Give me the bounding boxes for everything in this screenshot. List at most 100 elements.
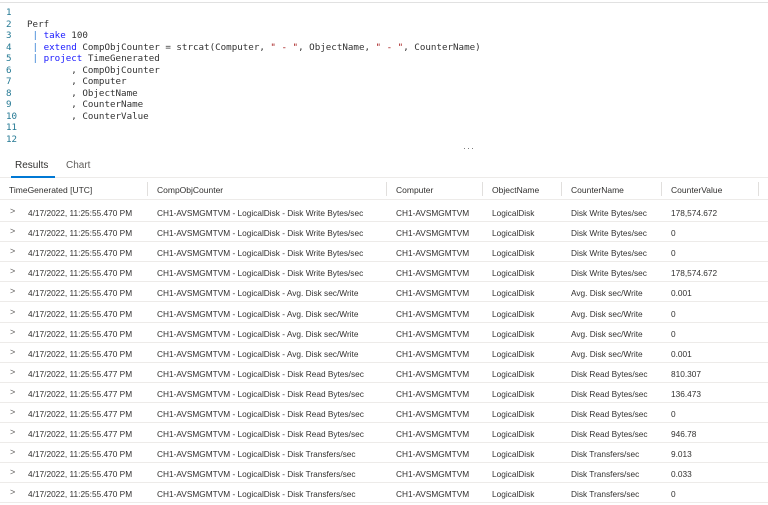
expand-row-chevron-icon[interactable]: > <box>10 327 15 337</box>
cell-computer: CH1-AVSMGMTVM <box>396 449 470 460</box>
expand-row-chevron-icon[interactable]: > <box>10 246 15 256</box>
cell-comp-obj-counter: CH1-AVSMGMTVM - LogicalDisk - Disk Read … <box>157 388 364 399</box>
table-row[interactable]: >4/17/2022, 11:25:55.470 PM CH1-AVSMGMTVM… <box>0 443 768 464</box>
expand-row-chevron-icon[interactable]: > <box>10 266 15 276</box>
table-row[interactable]: >4/17/2022, 11:25:55.470 PM CH1-AVSMGMTVM… <box>0 303 768 323</box>
cell-comp-obj-counter: CH1-AVSMGMTVM - LogicalDisk - Disk Trans… <box>157 489 356 500</box>
column-header-time-generated[interactable]: TimeGenerated [UTC] <box>9 185 92 195</box>
expand-row-chevron-icon[interactable]: > <box>10 407 15 417</box>
line-number: 10 <box>6 110 18 122</box>
line-number: 1 <box>6 7 12 18</box>
cell-comp-obj-counter: CH1-AVSMGMTVM - LogicalDisk - Disk Write… <box>157 208 364 218</box>
cell-object-name: LogicalDisk <box>492 288 535 299</box>
cell-counter-name: Disk Write Bytes/sec <box>571 228 647 239</box>
table-row[interactable]: >4/17/2022, 11:25:55.470 PM CH1-AVSMGMTVM… <box>0 483 768 504</box>
cell-computer: CH1-AVSMGMTVM <box>396 368 470 379</box>
code-token: " - " <box>270 41 299 53</box>
cell-object-name: LogicalDisk <box>492 228 535 239</box>
code-token: | <box>27 41 44 53</box>
cell-comp-obj-counter: CH1-AVSMGMTVM - LogicalDisk - Disk Read … <box>157 409 364 419</box>
code-text: | take 100 <box>27 30 88 42</box>
cell-counter-value: 0 <box>671 308 676 319</box>
cell-object-name: LogicalDisk <box>492 489 535 500</box>
table-row[interactable]: >4/17/2022, 11:25:55.470 PM CH1-AVSMGMTVM… <box>0 262 768 283</box>
cell-comp-obj-counter: CH1-AVSMGMTVM - LogicalDisk - Disk Write… <box>157 228 364 239</box>
cell-counter-value: 0 <box>671 489 676 500</box>
cell-comp-obj-counter: CH1-AVSMGMTVM - LogicalDisk - Disk Trans… <box>157 469 356 480</box>
expand-row-chevron-icon[interactable]: > <box>10 307 15 317</box>
table-row[interactable]: >4/17/2022, 11:25:55.470 PM CH1-AVSMGMTVM… <box>0 282 768 303</box>
expand-row-chevron-icon[interactable]: > <box>10 387 15 397</box>
code-token: , CounterValue <box>27 110 149 122</box>
column-resize-handle[interactable] <box>561 182 562 196</box>
expand-row-chevron-icon[interactable]: > <box>10 447 15 457</box>
cell-counter-value: 0.001 <box>671 288 692 299</box>
cell-comp-obj-counter: CH1-AVSMGMTVM - LogicalDisk - Avg. Disk … <box>157 308 359 319</box>
code-text: , CounterName <box>27 99 143 111</box>
column-header-counter-name[interactable]: CounterName <box>571 185 624 195</box>
cell-counter-value: 9.013 <box>671 449 692 460</box>
cell-counter-name: Disk Read Bytes/sec <box>571 388 648 399</box>
cell-counter-name: Disk Write Bytes/sec <box>571 248 647 259</box>
code-token: TimeGenerated <box>82 53 160 64</box>
cell-object-name: LogicalDisk <box>492 409 535 419</box>
code-token: " - " <box>375 41 404 53</box>
column-header-object-name[interactable]: ObjectName <box>492 185 539 195</box>
expand-row-chevron-icon[interactable]: > <box>10 487 15 497</box>
cell-counter-name: Disk Read Bytes/sec <box>571 429 648 440</box>
table-row[interactable]: >4/17/2022, 11:25:55.477 PM CH1-AVSMGMTVM… <box>0 363 768 383</box>
table-row[interactable]: >4/17/2022, 11:25:55.470 PM CH1-AVSMGMTVM… <box>0 202 768 222</box>
cell-object-name: LogicalDisk <box>492 328 535 339</box>
column-resize-handle[interactable] <box>147 182 148 196</box>
table-row[interactable]: >4/17/2022, 11:25:55.470 PM CH1-AVSMGMTVM… <box>0 343 768 363</box>
line-number: 5 <box>6 53 12 64</box>
table-row[interactable]: >4/17/2022, 11:25:55.470 PM CH1-AVSMGMTVM… <box>0 242 768 263</box>
column-header-counter-value[interactable]: CounterValue <box>671 185 722 195</box>
column-header-computer[interactable]: Computer <box>396 185 433 195</box>
table-row[interactable]: >4/17/2022, 11:25:55.477 PM CH1-AVSMGMTVM… <box>0 383 768 403</box>
cell-computer: CH1-AVSMGMTVM <box>396 248 470 259</box>
cell-object-name: LogicalDisk <box>492 348 535 359</box>
column-resize-handle[interactable] <box>482 182 483 196</box>
cell-computer: CH1-AVSMGMTVM <box>396 308 470 319</box>
code-text: , CounterValue <box>27 110 149 123</box>
cell-counter-value: 810.307 <box>671 368 701 379</box>
expand-row-chevron-icon[interactable]: > <box>10 367 15 377</box>
cell-object-name: LogicalDisk <box>492 208 535 218</box>
table-row[interactable]: >4/17/2022, 11:25:55.470 PM CH1-AVSMGMTVM… <box>0 323 768 343</box>
expand-row-chevron-icon[interactable]: > <box>10 427 15 437</box>
column-resize-handle[interactable] <box>758 182 759 196</box>
tab-results[interactable]: Results <box>15 160 48 171</box>
cell-time-generated: 4/17/2022, 11:25:55.477 PM <box>28 368 133 379</box>
cell-counter-name: Disk Transfers/sec <box>571 449 640 460</box>
expand-row-chevron-icon[interactable]: > <box>10 467 15 477</box>
expand-row-chevron-icon[interactable]: > <box>10 226 15 236</box>
column-resize-handle[interactable] <box>661 182 662 196</box>
cell-computer: CH1-AVSMGMTVM <box>396 409 470 419</box>
cell-counter-value: 0 <box>671 328 676 339</box>
query-editor[interactable]: 1 2 Perf 3 | take 100 4 | extend CompObjCoun… <box>0 2 768 150</box>
expand-row-chevron-icon[interactable]: > <box>10 206 15 216</box>
expand-row-chevron-icon[interactable]: > <box>10 347 15 357</box>
code-text: , ObjectName <box>27 88 137 100</box>
cell-counter-value: 0 <box>671 228 676 239</box>
table-row[interactable]: >4/17/2022, 11:25:55.470 PM CH1-AVSMGMTVM… <box>0 222 768 243</box>
cell-computer: CH1-AVSMGMTVM <box>396 228 470 239</box>
cell-time-generated: 4/17/2022, 11:25:55.470 PM <box>28 469 133 480</box>
line-number: 11 <box>6 122 18 133</box>
results-tabs: Results Chart <box>0 152 768 178</box>
cell-counter-name: Disk Read Bytes/sec <box>571 368 648 379</box>
table-row[interactable]: >4/17/2022, 11:25:55.477 PM CH1-AVSMGMTVM… <box>0 423 768 444</box>
table-row[interactable]: >4/17/2022, 11:25:55.470 PM CH1-AVSMGMTVM… <box>0 463 768 484</box>
cell-counter-value: 136.473 <box>671 388 701 399</box>
column-header-comp-obj-counter[interactable]: CompObjCounter <box>157 185 223 195</box>
column-resize-handle[interactable] <box>386 182 387 196</box>
table-row[interactable]: >4/17/2022, 11:25:55.477 PM CH1-AVSMGMTVM… <box>0 403 768 423</box>
cell-computer: CH1-AVSMGMTVM <box>396 208 470 218</box>
code-token: take <box>43 30 66 41</box>
line-number: 2 <box>6 18 12 30</box>
expand-row-chevron-icon[interactable]: > <box>10 286 15 296</box>
cell-counter-name: Avg. Disk sec/Write <box>571 308 643 319</box>
tab-chart[interactable]: Chart <box>66 160 90 171</box>
cell-time-generated: 4/17/2022, 11:25:55.470 PM <box>28 348 133 359</box>
